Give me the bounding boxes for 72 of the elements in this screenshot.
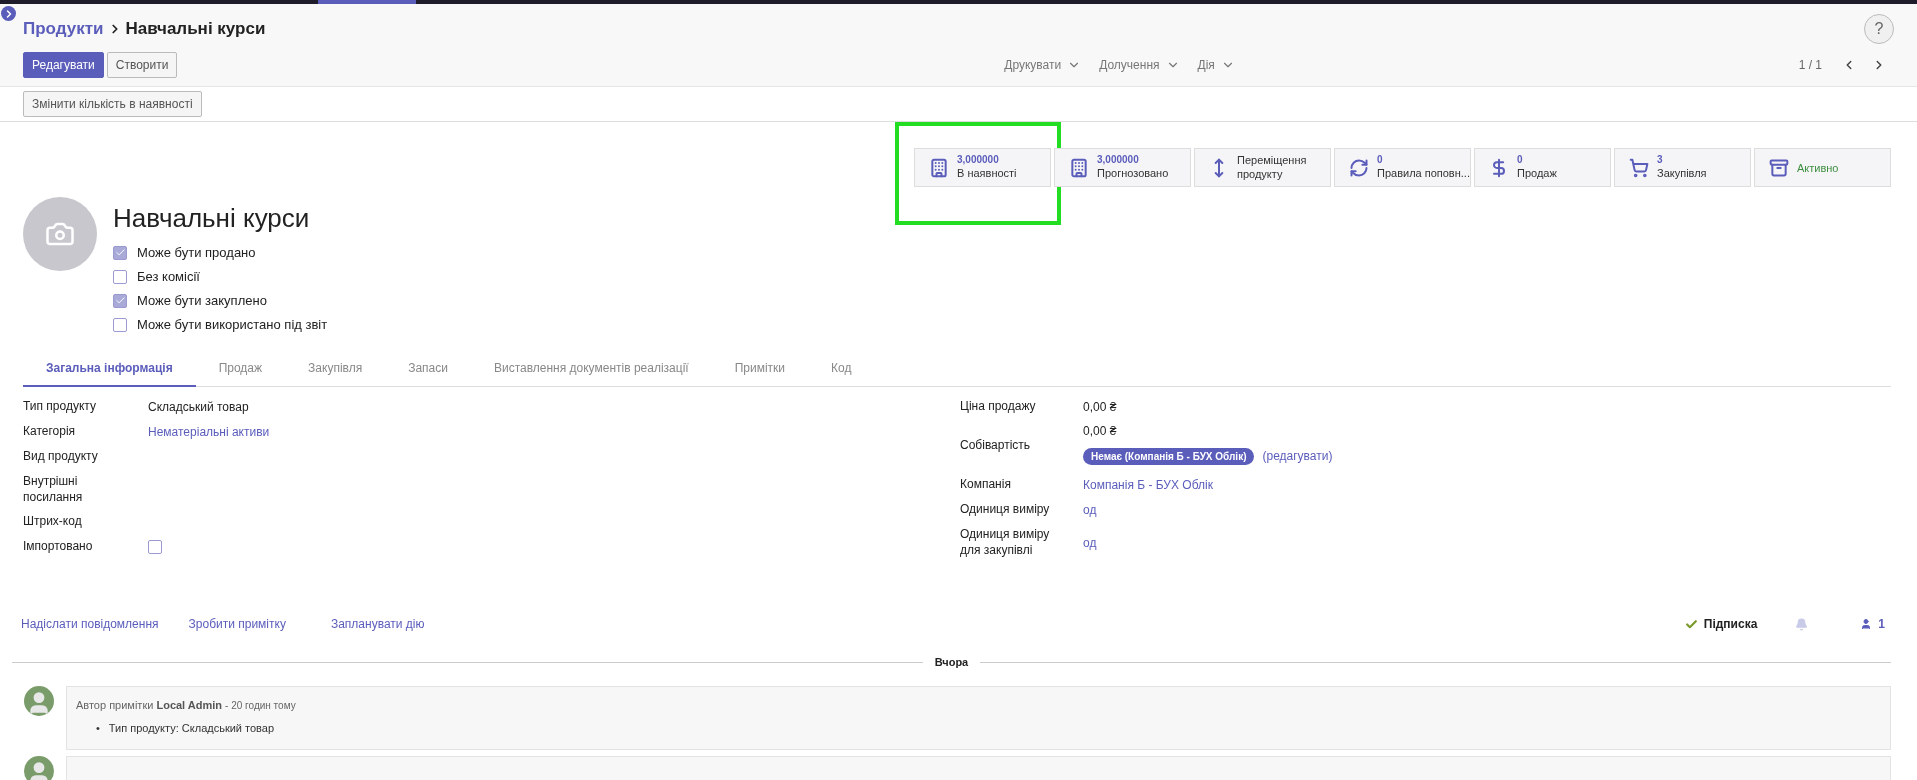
- dropdown-menu[interactable]: Дія: [1197, 58, 1235, 72]
- field-label: Одиниця виміру для закупівлі: [960, 527, 1051, 559]
- field-link[interactable]: Нематеріальні активи: [148, 425, 270, 439]
- tab[interactable]: Код: [808, 352, 875, 387]
- field-label: Одиниця виміру: [960, 502, 1051, 518]
- checkbox[interactable]: [113, 293, 127, 308]
- refresh-icon: [1349, 157, 1369, 178]
- checkbox[interactable]: [113, 317, 127, 332]
- field-label: Внутрішні посилання: [23, 474, 84, 506]
- cart-icon: [1629, 157, 1649, 178]
- field-label: Собівартість: [960, 438, 1032, 454]
- field-label: Компанія: [960, 477, 1012, 493]
- stat-button[interactable]: 3 Закупівля: [1614, 148, 1751, 187]
- tax-badge: Немає (Компанія Б - БУХ Облік): [1083, 447, 1255, 465]
- stat-button[interactable]: 3,000000 Прогнозовано: [1054, 148, 1191, 187]
- building-icon: [929, 157, 949, 178]
- breadcrumb-link[interactable]: Продукти: [23, 19, 104, 39]
- stat-button[interactable]: 3,000000 В наявності: [914, 148, 1051, 187]
- field-label: Вид продукту: [23, 449, 99, 465]
- chatter-link[interactable]: Зробити примітку: [188, 617, 286, 632]
- tab[interactable]: Примітки: [711, 352, 809, 387]
- field-value: Складський товар: [148, 400, 249, 414]
- chatter-link[interactable]: Надіслати повідомлення: [21, 617, 159, 632]
- breadcrumb-current: Навчальні курси: [125, 19, 266, 39]
- field-label: Штрих-код: [23, 514, 83, 530]
- tab[interactable]: Закупівля: [285, 352, 386, 387]
- follow-button[interactable]: Підписка: [1678, 616, 1764, 633]
- field-value: 0,00 ₴: [1083, 424, 1118, 438]
- stat-button[interactable]: 0 Продаж: [1474, 148, 1611, 187]
- dropdown-menu[interactable]: Долучення: [1099, 58, 1180, 72]
- field-link[interactable]: од: [1083, 535, 1097, 550]
- checkbox[interactable]: [113, 245, 127, 260]
- checkbox-label: Може бути продано: [137, 245, 256, 260]
- create-button[interactable]: Створити: [106, 52, 178, 78]
- field-label: Категорія: [23, 424, 77, 440]
- checkbox[interactable]: [148, 540, 162, 555]
- tab[interactable]: Запаси: [385, 352, 471, 387]
- tab[interactable]: Продаж: [195, 352, 286, 387]
- field-link[interactable]: Компанія Б - БУХ Облік: [1083, 478, 1213, 492]
- help-button[interactable]: ?: [1864, 14, 1894, 44]
- avatar: [24, 686, 54, 717]
- check-icon: [1684, 617, 1698, 631]
- checkbox-label: Може бути використано під звіт: [137, 317, 328, 332]
- tab[interactable]: Виставлення документів реалізації: [470, 352, 712, 387]
- avatar: [24, 756, 54, 780]
- dropdown-menu[interactable]: Друкувати: [1004, 58, 1082, 72]
- building-icon: [1069, 157, 1089, 178]
- change-item: • Тип продукту: Складський товар: [96, 721, 275, 736]
- checkbox[interactable]: [113, 269, 127, 284]
- archive-icon: [1769, 157, 1789, 178]
- product-name: Навчальні курси: [113, 203, 311, 234]
- field-label: Тип продукту: [23, 399, 97, 415]
- message-header: Автор примітки Local Admin - 20 годин тому: [76, 699, 297, 712]
- field-label: Ціна продажу: [960, 399, 1037, 415]
- person-icon: [1860, 618, 1873, 631]
- stat-button[interactable]: 0 Правила поповн...: [1334, 148, 1471, 187]
- field-label: Імпортовано: [23, 539, 94, 555]
- checkbox-label: Без комісії: [137, 269, 200, 284]
- edit-button[interactable]: Редагувати: [23, 52, 104, 78]
- pager: 1 / 1: [1798, 58, 1822, 72]
- stat-button[interactable]: Переміщення продукту: [1194, 148, 1331, 187]
- action-button[interactable]: Змінити кількість в наявності: [23, 91, 202, 117]
- field-link[interactable]: од: [1083, 503, 1097, 517]
- field-value: 0,00 ₴: [1083, 400, 1117, 414]
- edit-link[interactable]: (редагувати): [1262, 449, 1333, 463]
- followers-button[interactable]: 1: [1854, 616, 1891, 633]
- checkbox-label: Може бути закуплено: [137, 293, 267, 308]
- tab[interactable]: Загальна інформація: [23, 352, 196, 387]
- chatter-link[interactable]: Запланувати дію: [330, 617, 425, 632]
- date-separator: Вчора: [934, 656, 969, 669]
- bell-icon: [1795, 617, 1809, 631]
- stat-button[interactable]: Активно: [1754, 148, 1891, 187]
